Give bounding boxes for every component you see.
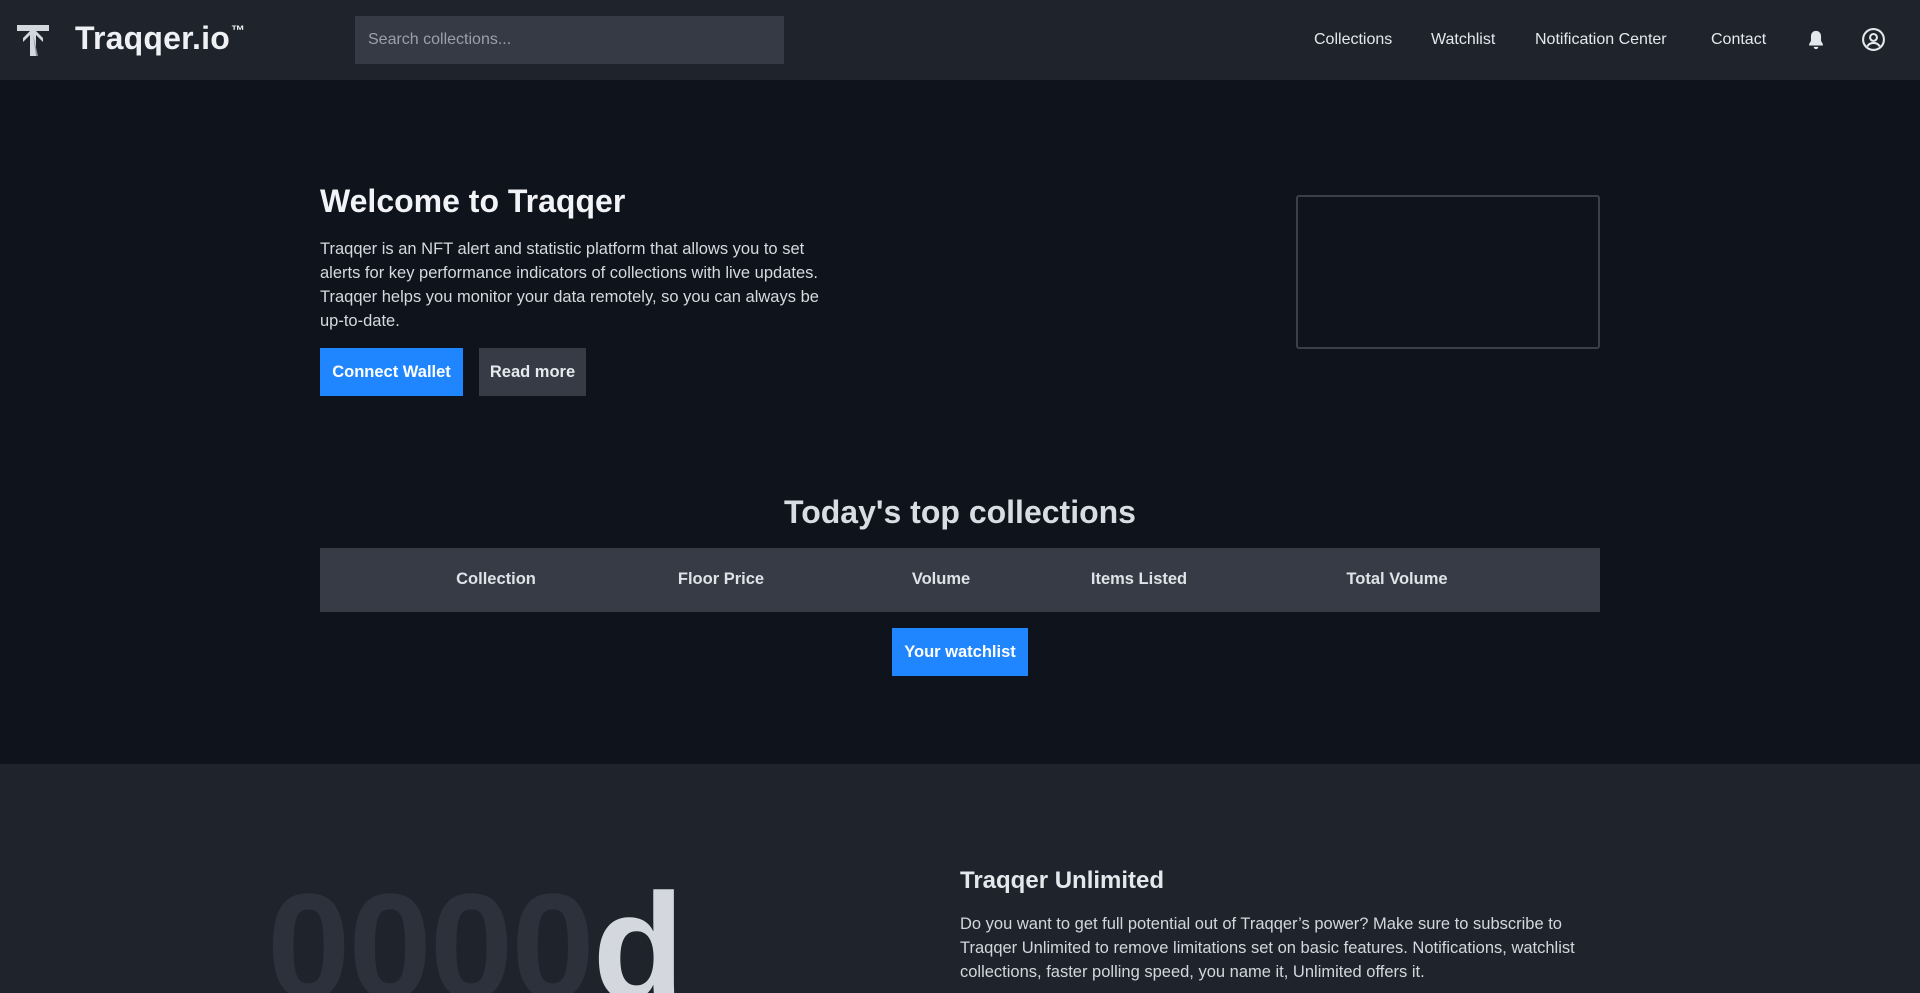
hero-title: Welcome to Traqqer (320, 183, 626, 219)
column-header-items-listed[interactable]: Items Listed (1091, 570, 1187, 589)
column-header-volume[interactable]: Volume (912, 570, 970, 589)
column-header-collection[interactable]: Collection (456, 570, 536, 589)
brand-text: Traqqer.io (75, 20, 230, 56)
countdown-counter: 0000d (267, 871, 684, 993)
bell-icon[interactable] (1805, 29, 1827, 51)
collections-table-header: Collection Floor Price Volume Items List… (320, 548, 1600, 612)
column-header-total-volume[interactable]: Total Volume (1346, 570, 1447, 589)
top-collections-title: Today's top collections (784, 494, 1136, 530)
nav-watchlist[interactable]: Watchlist (1431, 31, 1495, 49)
unlimited-description: Do you want to get full potential out of… (960, 915, 1575, 981)
nav-contact[interactable]: Contact (1711, 31, 1766, 49)
unlimited-section: 0000d Traqqer Unlimited Do you want to g… (0, 764, 1920, 993)
hero-media-placeholder (1296, 195, 1600, 349)
connect-wallet-button[interactable]: Connect Wallet (320, 348, 463, 396)
countdown-digits: 0000 (267, 862, 595, 993)
user-circle-icon[interactable] (1861, 27, 1886, 52)
your-watchlist-button[interactable]: Your watchlist (892, 628, 1028, 676)
unlimited-title: Traqqer Unlimited (960, 867, 1165, 894)
brand-name[interactable]: Traqqer.io™ (75, 20, 245, 57)
nav-collections[interactable]: Collections (1314, 31, 1392, 49)
top-navbar: Traqqer.io™ Collections Watchlist Notifi… (0, 0, 1920, 80)
column-header-floor-price[interactable]: Floor Price (678, 570, 764, 589)
trademark-symbol: ™ (230, 22, 246, 38)
nav-notification-center[interactable]: Notification Center (1535, 31, 1667, 49)
hero-description: Traqqer is an NFT alert and statistic pl… (320, 240, 819, 330)
search-input[interactable] (355, 16, 784, 64)
traqqer-logo-icon[interactable] (14, 20, 52, 58)
read-more-button[interactable]: Read more (479, 348, 586, 396)
countdown-unit: d (592, 862, 685, 993)
